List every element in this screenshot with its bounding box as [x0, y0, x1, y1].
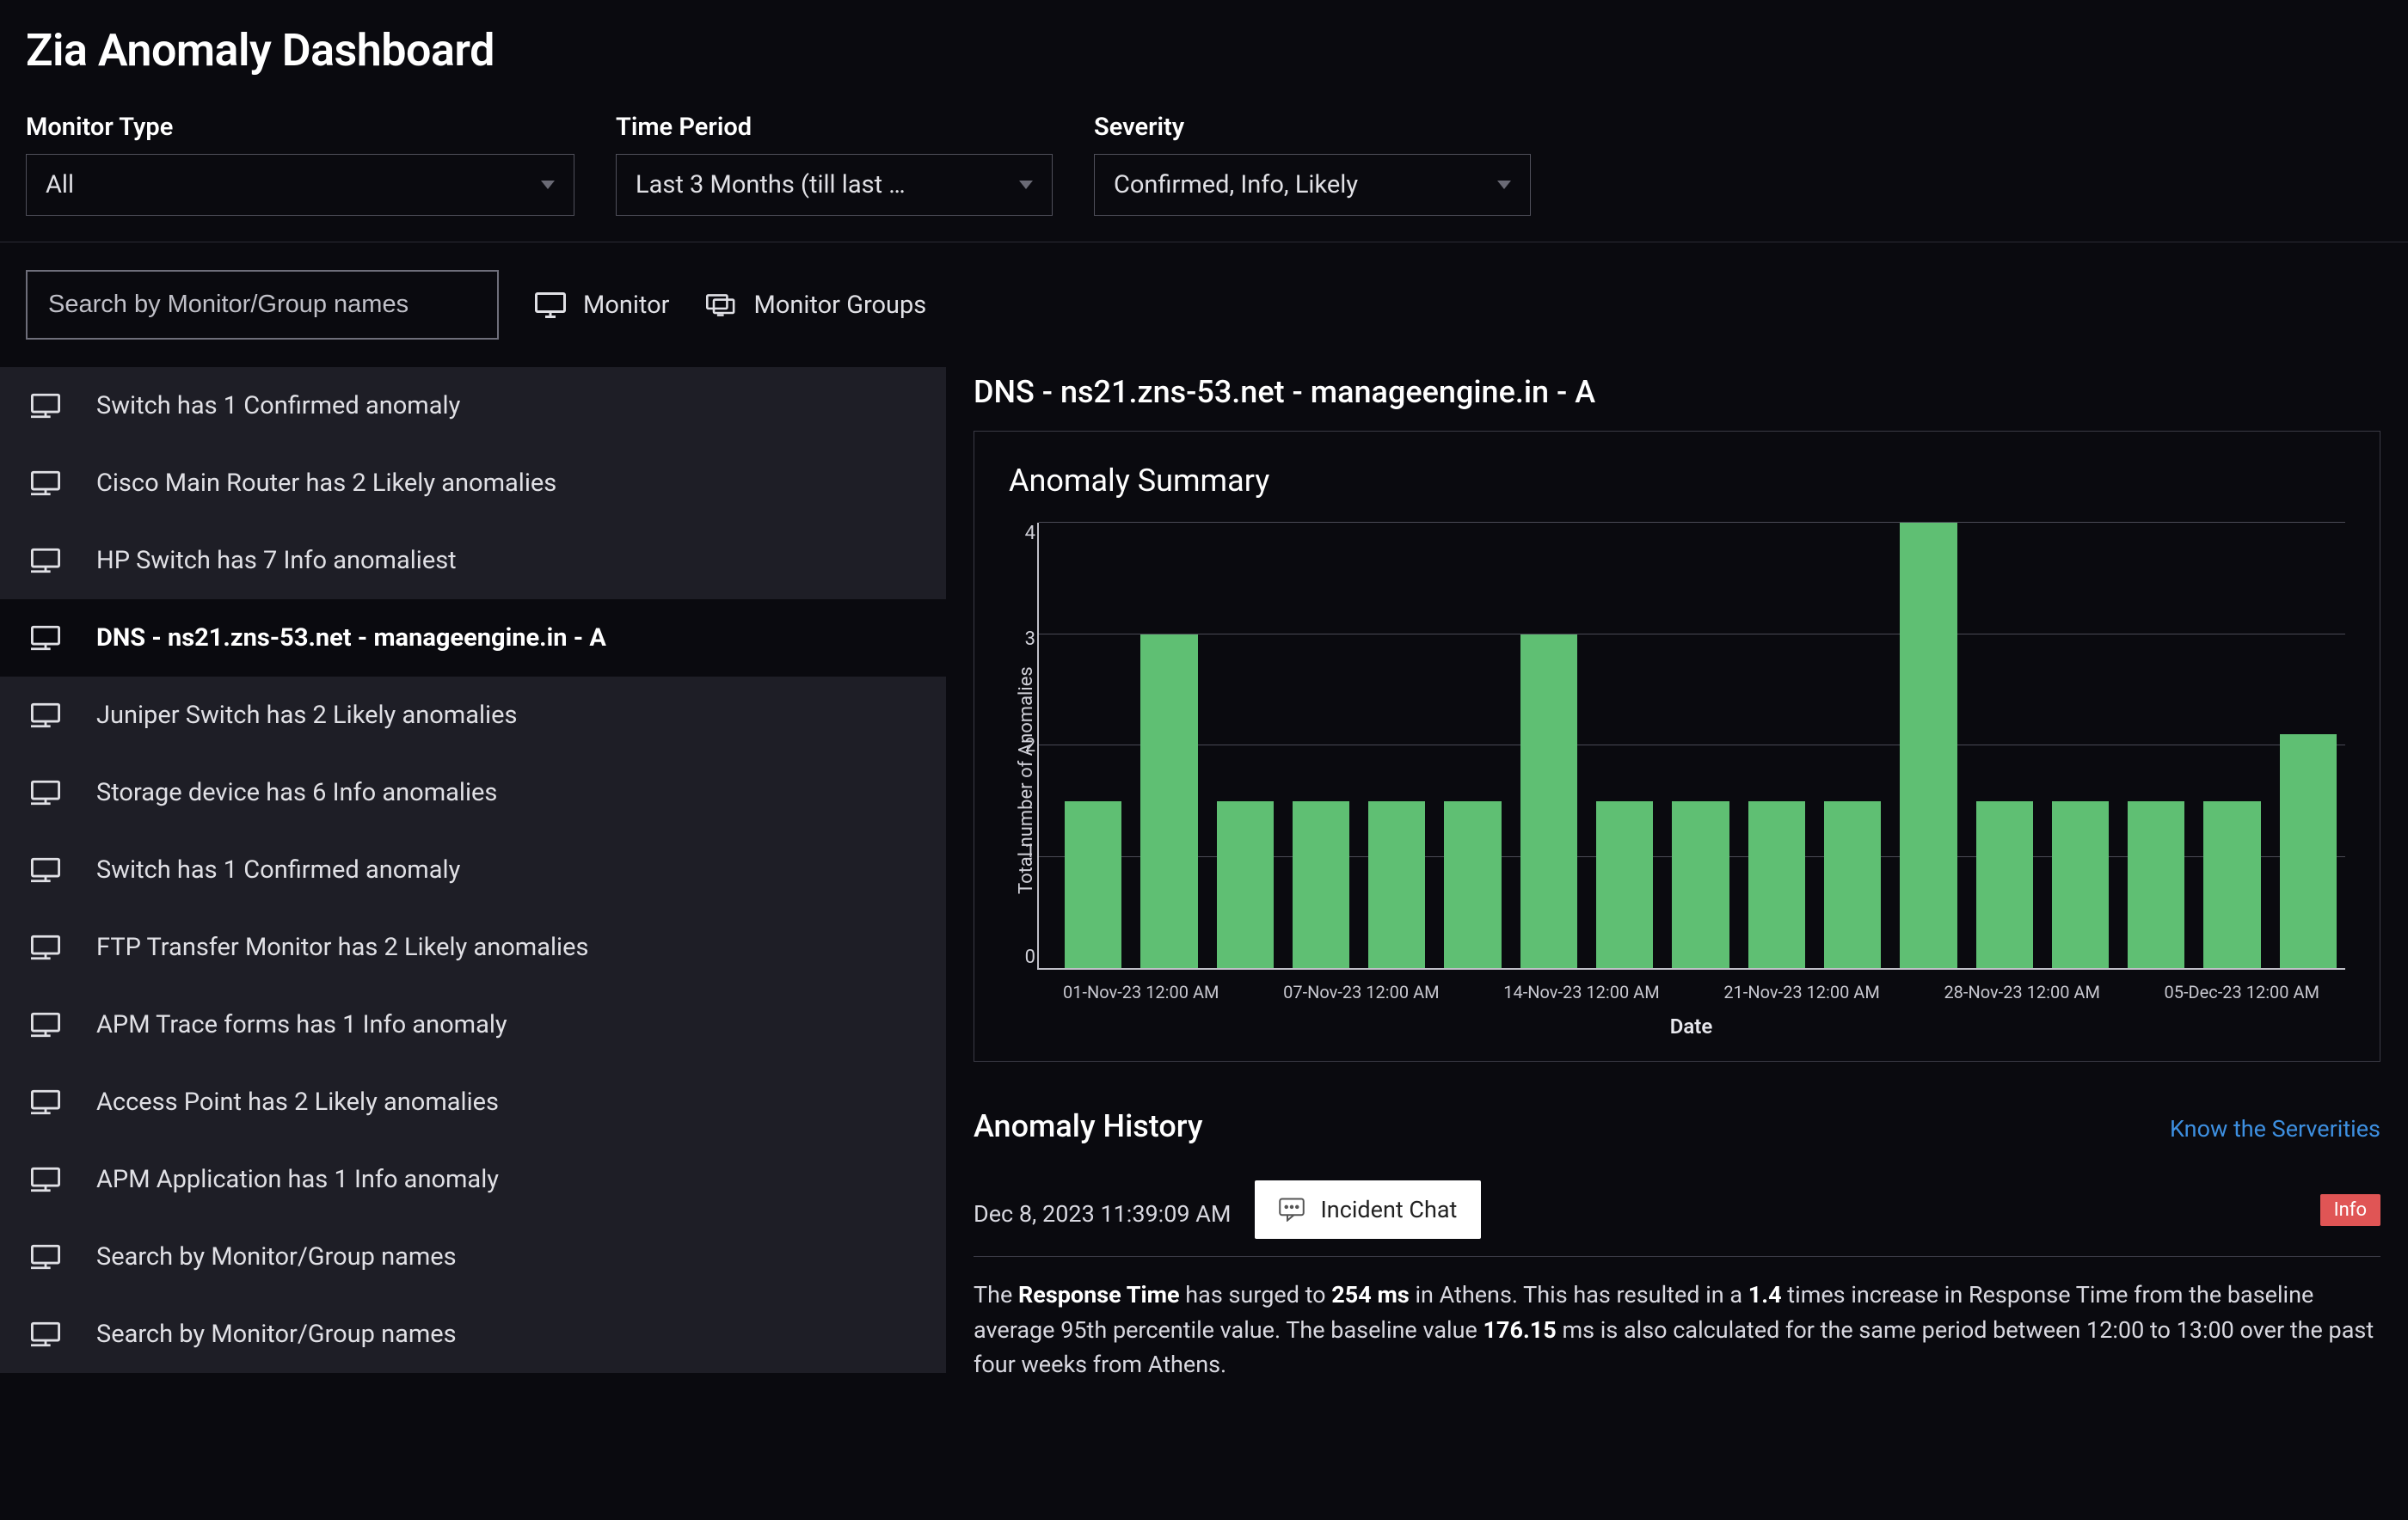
monitor-item-label: Switch has 1 Confirmed anomaly: [96, 855, 460, 885]
chart-bar: [2203, 801, 2260, 968]
toggle-monitor-groups[interactable]: Monitor Groups: [706, 291, 927, 320]
toolbar: Monitor Monitor Groups: [0, 242, 2408, 367]
monitor-icon: [31, 393, 60, 419]
toggle-monitor[interactable]: Monitor: [535, 291, 670, 320]
monitor-icon: [31, 1321, 60, 1347]
toggle-monitor-label: Monitor: [583, 291, 670, 320]
incident-chat-label: Incident Chat: [1320, 1196, 1457, 1223]
severity-badge: Info: [2320, 1194, 2380, 1226]
monitor-item-label: Search by Monitor/Group names: [96, 1242, 457, 1272]
chat-icon: [1279, 1198, 1305, 1222]
chart-bar: [1065, 801, 1121, 968]
monitor-list-item[interactable]: Switch has 1 Confirmed anomaly: [0, 367, 946, 444]
monitor-item-label: Cisco Main Router has 2 Likely anomalies: [96, 469, 556, 498]
monitor-list-item[interactable]: Storage device has 6 Info anomalies: [0, 754, 946, 831]
toggle-monitor-groups-label: Monitor Groups: [754, 291, 927, 320]
history-body: The Response Time has surged to 254 ms i…: [974, 1278, 2380, 1382]
chart-y-tick: 2: [1010, 735, 1035, 757]
history-title: Anomaly History: [974, 1108, 1202, 1144]
chart-bar: [1444, 801, 1501, 968]
monitor-icon: [31, 780, 60, 806]
monitor-icon: [31, 857, 60, 883]
chart-bar: [1976, 801, 2033, 968]
chart-bar: [1520, 634, 1577, 969]
time-period-select[interactable]: Last 3 Months (till last …: [616, 154, 1053, 216]
chart-x-tick: 01-Nov-23 12:00 AM: [1063, 982, 1219, 1002]
filter-label-severity: Severity: [1094, 113, 1531, 142]
chart-x-tick: 14-Nov-23 12:00 AM: [1503, 982, 1659, 1002]
chart-bar: [1368, 801, 1425, 968]
chart-bar: [2280, 734, 2337, 968]
monitor-item-label: HP Switch has 7 Info anomaliest: [96, 546, 457, 575]
chart-y-tick: 0: [1010, 947, 1035, 968]
monitor-list-item[interactable]: Juniper Switch has 2 Likely anomalies: [0, 677, 946, 754]
monitor-list-item[interactable]: HP Switch has 7 Info anomaliest: [0, 522, 946, 599]
monitor-list: Switch has 1 Confirmed anomaly Cisco Main…: [0, 367, 946, 1382]
chart-bar: [2052, 801, 2109, 968]
incident-chat-button[interactable]: Incident Chat: [1255, 1180, 1481, 1239]
monitor-item-label: DNS - ns21.zns-53.net - manageengine.in …: [96, 623, 606, 653]
monitor-item-label: APM Trace forms has 1 Info anomaly: [96, 1010, 507, 1039]
chart-x-tick: 21-Nov-23 12:00 AM: [1723, 982, 1879, 1002]
chart-bar: [1672, 801, 1729, 968]
chart-x-tick: 07-Nov-23 12:00 AM: [1283, 982, 1439, 1002]
monitor-list-item[interactable]: Search by Monitor/Group names: [0, 1296, 946, 1373]
monitor-list-item[interactable]: Access Point has 2 Likely anomalies: [0, 1063, 946, 1141]
monitor-list-item[interactable]: DNS - ns21.zns-53.net - manageengine.in …: [0, 599, 946, 677]
know-severities-link[interactable]: Know the Serverities: [2170, 1115, 2380, 1143]
monitor-item-label: Juniper Switch has 2 Likely anomalies: [96, 701, 517, 730]
monitor-list-item[interactable]: APM Trace forms has 1 Info anomaly: [0, 986, 946, 1063]
monitor-icon: [31, 1012, 60, 1038]
history-timestamp: Dec 8, 2023 11:39:09 AM: [974, 1200, 1231, 1228]
monitor-list-item[interactable]: Search by Monitor/Group names: [0, 1218, 946, 1296]
monitor-list-item[interactable]: APM Application has 1 Info anomaly: [0, 1141, 946, 1218]
chart-bar: [1824, 801, 1881, 968]
monitor-item-label: Access Point has 2 Likely anomalies: [96, 1088, 499, 1117]
chart-bar: [2128, 801, 2184, 968]
filter-label-monitor-type: Monitor Type: [26, 113, 574, 142]
monitor-item-label: FTP Transfer Monitor has 2 Likely anomal…: [96, 933, 588, 962]
chart-bar: [1748, 801, 1805, 968]
monitor-icon: [535, 291, 566, 319]
monitor-list-item[interactable]: Cisco Main Router has 2 Likely anomalies: [0, 444, 946, 522]
monitor-icon: [31, 548, 60, 573]
monitor-icon: [31, 470, 60, 496]
monitor-list-item[interactable]: FTP Transfer Monitor has 2 Likely anomal…: [0, 909, 946, 986]
monitor-icon: [31, 702, 60, 728]
chart-bar: [1900, 523, 1956, 968]
page-title: Zia Anomaly Dashboard: [26, 24, 2382, 77]
monitor-icon: [31, 1167, 60, 1192]
monitor-icon: [31, 935, 60, 960]
chart-bar: [1293, 801, 1349, 968]
detail-title: DNS - ns21.zns-53.net - manageengine.in …: [974, 374, 2380, 410]
chart-bar: [1140, 634, 1197, 969]
monitor-icon: [31, 1244, 60, 1270]
chart-bar: [1217, 801, 1274, 968]
chart-y-tick: 1: [1010, 841, 1035, 862]
monitor-groups-icon: [706, 291, 737, 319]
chart-x-label: Date: [1037, 1014, 2345, 1039]
chart-plot: 43210: [1037, 523, 2345, 970]
monitor-type-select[interactable]: All: [26, 154, 574, 216]
monitor-item-label: Storage device has 6 Info anomalies: [96, 778, 497, 807]
chart-x-tick: 28-Nov-23 12:00 AM: [1944, 982, 2099, 1002]
filter-label-time-period: Time Period: [616, 113, 1053, 142]
monitor-item-label: Switch has 1 Confirmed anomaly: [96, 391, 460, 420]
monitor-icon: [31, 625, 60, 651]
monitor-item-label: Search by Monitor/Group names: [96, 1320, 457, 1349]
severity-select[interactable]: Confirmed, Info, Likely: [1094, 154, 1531, 216]
monitor-item-label: APM Application has 1 Info anomaly: [96, 1165, 499, 1194]
chart-title: Anomaly Summary: [1009, 463, 2345, 499]
search-input[interactable]: [26, 270, 499, 340]
monitor-icon: [31, 1089, 60, 1115]
filter-bar: Monitor Type All Time Period Last 3 Mont…: [0, 94, 2408, 242]
anomaly-summary-card: Anomaly Summary Total number of Anomalie…: [974, 431, 2380, 1062]
chart-y-tick: 4: [1010, 523, 1035, 544]
chart-bar: [1596, 801, 1653, 968]
chart-x-tick: 05-Dec-23 12:00 AM: [2165, 982, 2319, 1002]
monitor-list-item[interactable]: Switch has 1 Confirmed anomaly: [0, 831, 946, 909]
chart-y-tick: 3: [1010, 628, 1035, 650]
